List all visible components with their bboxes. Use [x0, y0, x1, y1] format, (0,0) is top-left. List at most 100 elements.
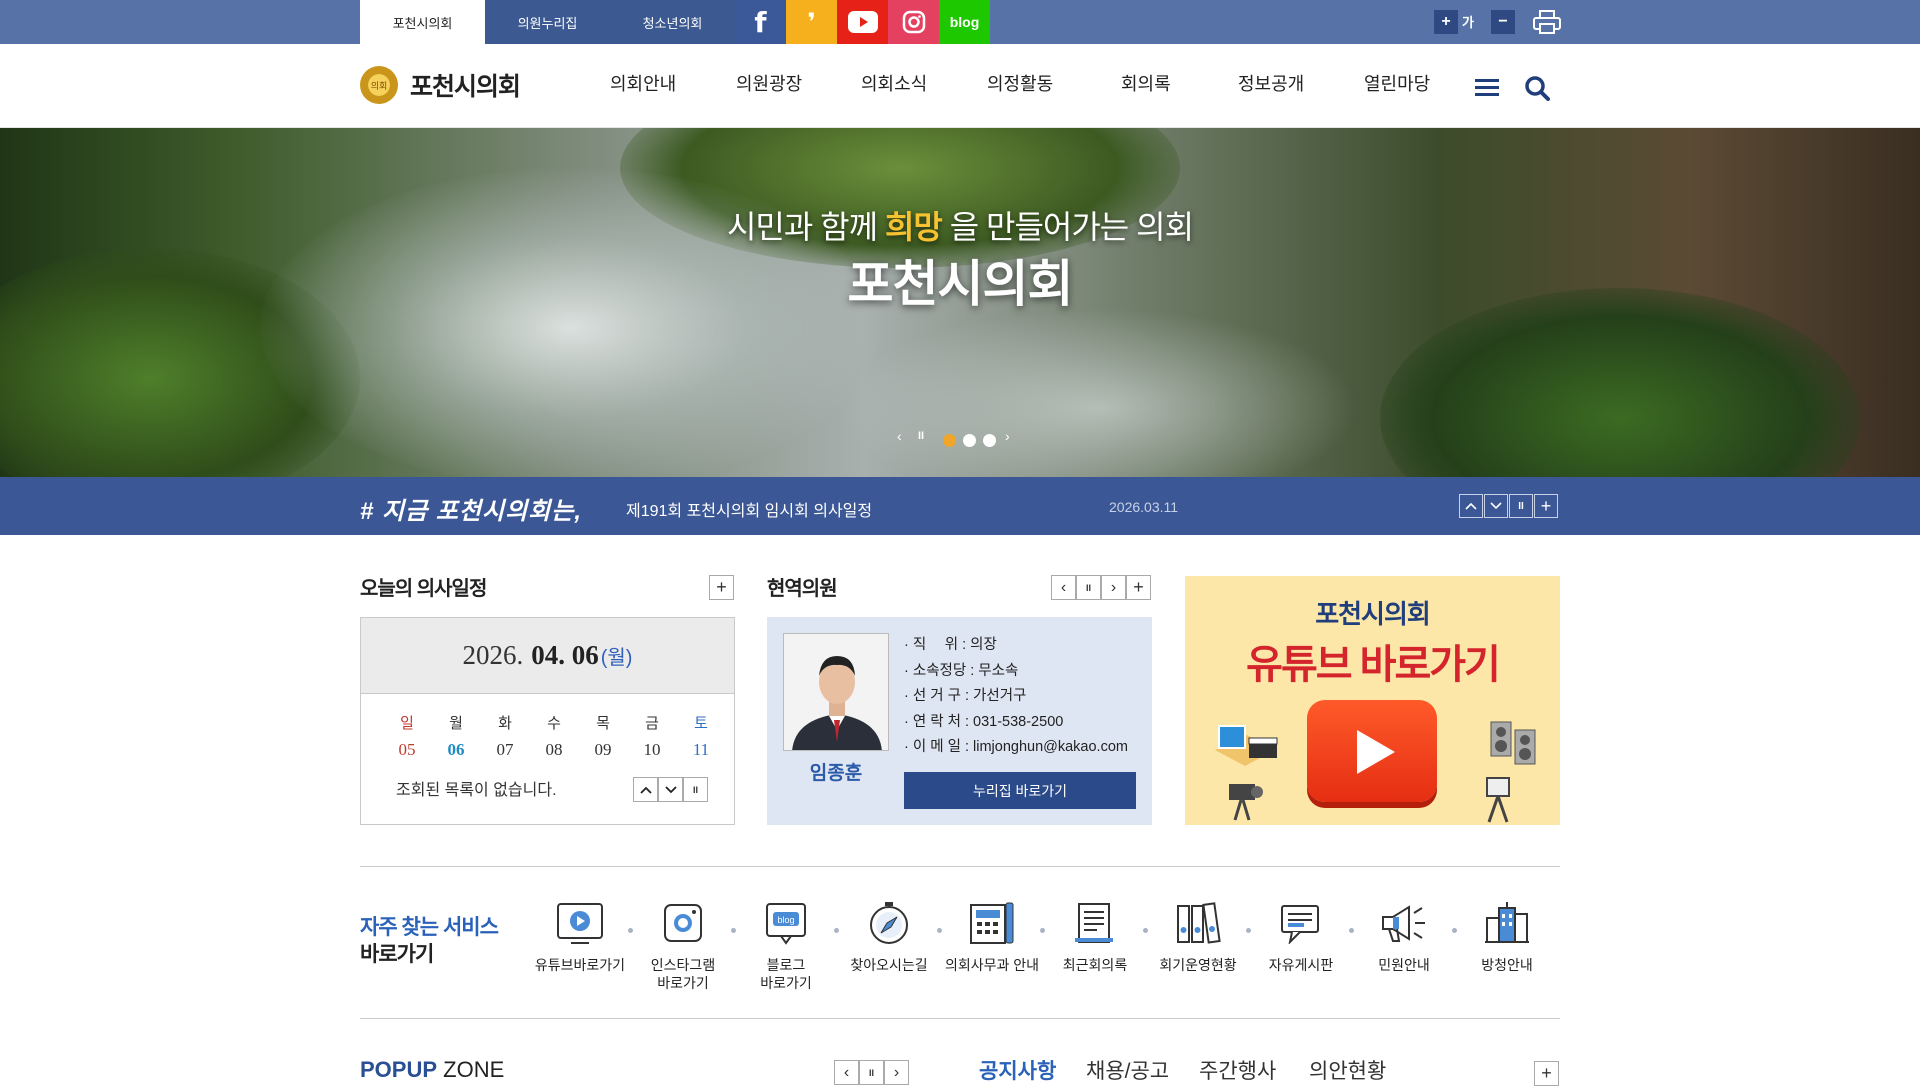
- day-mon-today[interactable]: 월 06: [438, 712, 474, 760]
- ticker-down-button[interactable]: [1484, 494, 1508, 518]
- hero-dot-2[interactable]: [963, 434, 976, 447]
- popup-pause-button[interactable]: II: [859, 1060, 884, 1085]
- svg-text:blog: blog: [777, 915, 794, 925]
- blog-icon: blog: [761, 898, 811, 948]
- quick-session-status[interactable]: 회기운영현황: [1148, 898, 1248, 974]
- hero-slogan-highlight: 희망: [884, 209, 943, 245]
- quick-services-title: 자주 찾는 서비스: [360, 916, 499, 939]
- site-tab-council[interactable]: 포천시의회: [360, 0, 485, 44]
- quick-attendance-guide[interactable]: 방청안내: [1457, 898, 1557, 974]
- day-thu[interactable]: 목 09: [585, 712, 621, 760]
- hero-dot-1[interactable]: [943, 434, 956, 447]
- ticker-up-button[interactable]: [1459, 494, 1483, 518]
- hero-slogan: 시민과 함께 희망 을 만들어가는 의회: [726, 209, 1194, 245]
- divider: [360, 1018, 1560, 1019]
- popup-prev-button[interactable]: ‹: [834, 1060, 859, 1085]
- day-sun[interactable]: 일 05: [389, 712, 425, 760]
- quick-youtube[interactable]: 유튜브바로가기: [530, 898, 630, 974]
- font-decrease-button[interactable]: −: [1491, 10, 1515, 34]
- schedule-up-button[interactable]: [633, 777, 658, 802]
- tab-bill-status[interactable]: 의안현황: [1309, 1055, 1386, 1085]
- quick-blog[interactable]: blog 블로그 바로가기: [736, 898, 836, 992]
- hero-dot-3[interactable]: [983, 434, 996, 447]
- quick-recent-minutes[interactable]: 최근회의록: [1045, 898, 1145, 974]
- building-icon: [1482, 898, 1532, 948]
- member-photo: [783, 633, 889, 751]
- quick-free-board[interactable]: 자유게시판: [1251, 898, 1351, 974]
- instagram-icon[interactable]: [888, 0, 939, 44]
- hero-next-button[interactable]: ›: [1005, 428, 1010, 444]
- quick-office-directory[interactable]: 의회사무과 안내: [942, 898, 1042, 974]
- ticker-date: 2026.03.11: [1109, 499, 1179, 515]
- nav-council-info[interactable]: 의회안내: [610, 70, 676, 96]
- member-pause-button[interactable]: II: [1076, 575, 1101, 600]
- facebook-icon[interactable]: f: [735, 0, 786, 44]
- tab-notices[interactable]: 공지사항: [979, 1055, 1056, 1085]
- tab-recruitment[interactable]: 채용/공고: [1086, 1055, 1169, 1085]
- blog-icon[interactable]: blog: [939, 0, 990, 44]
- site-logo[interactable]: 의회 포천시의회: [360, 66, 521, 104]
- youtube-banner-subtitle: 유튜브 바로가기: [1246, 643, 1501, 687]
- member-phone: · 연 락 처 : 031-538-2500: [904, 713, 1064, 730]
- instagram-icon: [658, 898, 708, 948]
- board-more-button[interactable]: +: [1534, 1061, 1559, 1086]
- site-tab-member-homepage[interactable]: 의원누리집: [485, 0, 610, 44]
- directory-icon: [967, 898, 1017, 948]
- schedule-panel: 2026. 04. 06 (월) 일 05 월 06 화 07 수 08 목 09 금 10 토…: [360, 617, 735, 825]
- schedule-pause-button[interactable]: II: [683, 777, 708, 802]
- font-size-label: 가: [1462, 15, 1474, 30]
- day-tue[interactable]: 화 07: [487, 712, 523, 760]
- youtube-icon: [555, 898, 605, 948]
- kakaostory-icon[interactable]: ❜: [786, 0, 837, 44]
- day-sat[interactable]: 토 11: [683, 712, 719, 760]
- member-prev-button[interactable]: ‹: [1051, 575, 1076, 600]
- font-increase-button[interactable]: +: [1434, 10, 1458, 34]
- day-fri[interactable]: 금 10: [634, 712, 670, 760]
- nav-minutes[interactable]: 회의록: [1121, 70, 1171, 96]
- ticker-more-button[interactable]: +: [1534, 494, 1558, 518]
- nav-council-news[interactable]: 의회소식: [861, 70, 927, 96]
- menu-icon[interactable]: [1475, 77, 1499, 102]
- hero-prev-button[interactable]: ‹: [897, 428, 902, 444]
- search-icon[interactable]: [1524, 75, 1550, 106]
- tab-weekly-events[interactable]: 주간행사: [1199, 1055, 1276, 1085]
- member-next-button[interactable]: ›: [1101, 575, 1126, 600]
- schedule-down-button[interactable]: [658, 777, 683, 802]
- member-more-button[interactable]: +: [1126, 575, 1151, 600]
- hero-pause-button[interactable]: II: [918, 428, 924, 444]
- member-homepage-button[interactable]: 누리집 바로가기: [904, 772, 1136, 809]
- member-title: 현역의원: [767, 578, 838, 600]
- ticker-news-link[interactable]: 제191회 포천시의회 임시회 의사일정: [626, 497, 872, 521]
- quick-civil-complaints[interactable]: 민원안내: [1354, 898, 1454, 974]
- news-ticker: # 지금 포천시의회는, 제191회 포천시의회 임시회 의사일정 2026.0…: [0, 477, 1920, 535]
- nav-open-forum[interactable]: 열린마당: [1364, 70, 1430, 96]
- camera-icon: [1221, 776, 1271, 825]
- nav-member-plaza[interactable]: 의원광장: [736, 70, 802, 96]
- member-party: · 소속정당 : 무소속: [904, 662, 1019, 679]
- quick-instagram[interactable]: 인스타그램 바로가기: [633, 898, 733, 992]
- nav-information-disclosure[interactable]: 정보공개: [1238, 70, 1304, 96]
- nav-legislative-activity[interactable]: 의정활동: [987, 70, 1053, 96]
- binders-icon: [1173, 898, 1223, 948]
- play-icon: [1307, 700, 1437, 802]
- ticker-pause-button[interactable]: II: [1509, 494, 1533, 518]
- divider: [360, 866, 1560, 867]
- popup-next-button[interactable]: ›: [884, 1060, 909, 1085]
- day-wed[interactable]: 수 08: [536, 712, 572, 760]
- member-info: · 직 위 : 의장 · 소속정당 : 무소속 · 선 거 구 : 가선거구 ·…: [904, 633, 1128, 761]
- quick-services-subtitle: 바로가기: [360, 943, 434, 966]
- site-tab-youth-council[interactable]: 청소년의회: [610, 0, 735, 44]
- youtube-icon[interactable]: [837, 0, 888, 44]
- youtube-banner[interactable]: 포천시의회 유튜브 바로가기: [1185, 576, 1560, 825]
- schedule-empty-message: 조회된 목록이 없습니다.: [396, 782, 557, 799]
- popup-zone-title: POPUP ZONE: [360, 1057, 505, 1082]
- quick-directions[interactable]: 찾아오시는길: [839, 898, 939, 974]
- moss-rock-right: [1380, 288, 1860, 477]
- youtube-banner-title: 포천시의회: [1315, 599, 1431, 629]
- hero-title: 포천시의회: [847, 256, 1074, 312]
- compass-icon: [864, 898, 914, 948]
- print-icon[interactable]: [1533, 10, 1561, 39]
- member-name[interactable]: 임종훈: [783, 758, 889, 785]
- schedule-more-button[interactable]: +: [709, 575, 734, 600]
- member-panel: 임종훈 · 직 위 : 의장 · 소속정당 : 무소속 · 선 거 구 : 가선…: [767, 617, 1152, 825]
